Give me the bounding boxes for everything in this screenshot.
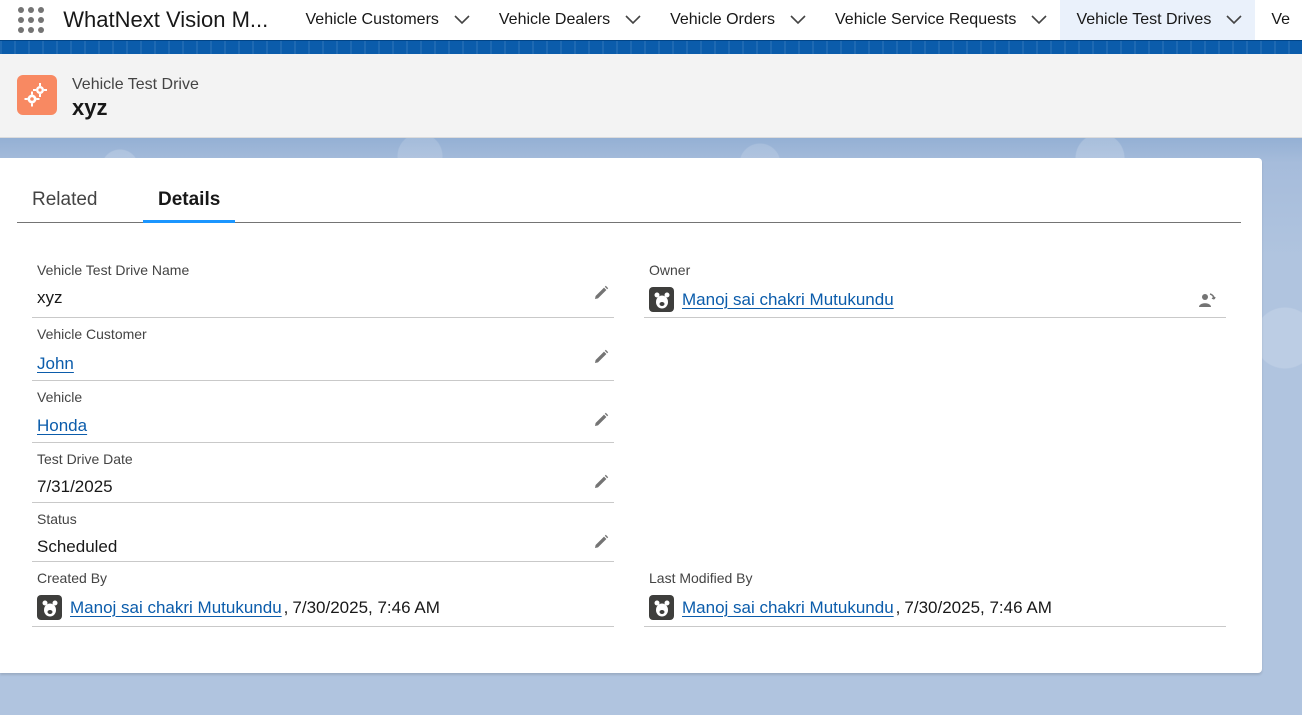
field-label: Vehicle Customer xyxy=(37,326,147,342)
field-status: Status Scheduled xyxy=(32,503,614,562)
user-avatar-icon xyxy=(37,595,62,620)
user-avatar-icon xyxy=(649,287,674,312)
chevron-down-icon[interactable] xyxy=(624,11,642,29)
gears-icon xyxy=(17,75,57,115)
nav-accent-bar xyxy=(0,40,1302,54)
edit-pencil-icon[interactable] xyxy=(592,411,610,429)
field-label: Vehicle Test Drive Name xyxy=(37,262,190,278)
tab-vehicle-service-requests[interactable]: Vehicle Service Requests xyxy=(819,0,1060,40)
field-value: 7/31/2025 xyxy=(37,477,113,496)
tab-label: Vehicle Service Requests xyxy=(835,11,1017,28)
field-vehicle: Vehicle Honda xyxy=(32,381,614,443)
tab-label: Vehicle Dealers xyxy=(498,11,611,28)
edit-pencil-icon[interactable] xyxy=(592,473,610,491)
tab-overflow[interactable]: Ve xyxy=(1255,0,1302,40)
field-label: Test Drive Date xyxy=(37,451,133,467)
field-label: Vehicle xyxy=(37,389,83,405)
change-owner-icon[interactable] xyxy=(1196,289,1218,311)
tab-label: Ve xyxy=(1271,11,1290,28)
separator-comma: , xyxy=(895,597,901,617)
field-value: Manoj sai chakri Mutukundu, 7/30/2025, 7:… xyxy=(37,595,440,620)
chevron-down-icon[interactable] xyxy=(453,11,471,29)
tab-vehicle-test-drives[interactable]: Vehicle Test Drives xyxy=(1060,0,1256,40)
field-label: Last Modified By xyxy=(649,570,753,586)
modified-by-user-link[interactable]: Manoj sai chakri Mutukundu xyxy=(682,598,894,618)
record-header: Vehicle Test Drive xyz xyxy=(0,54,1302,138)
field-created-by: Created By Manoj sai chakri Mutukundu, 7/… xyxy=(32,562,614,627)
chevron-down-icon[interactable] xyxy=(1225,11,1243,29)
customer-link[interactable]: John xyxy=(37,354,74,374)
global-nav: WhatNext Vision M... Vehicle Customers V… xyxy=(0,0,1302,40)
field-label: Owner xyxy=(649,262,691,278)
field-test-drive-date: Test Drive Date 7/31/2025 xyxy=(32,443,614,503)
field-owner: Owner Manoj sai chakri Mutukundu xyxy=(644,258,1226,318)
field-value: Honda xyxy=(37,416,87,436)
field-vehicle-customer: Vehicle Customer John xyxy=(32,318,614,381)
tab-vehicle-dealers[interactable]: Vehicle Dealers xyxy=(483,0,654,40)
record-title: xyz xyxy=(72,95,108,120)
created-by-user-link[interactable]: Manoj sai chakri Mutukundu xyxy=(70,598,282,618)
field-test-drive-name: Vehicle Test Drive Name xyz xyxy=(32,258,614,318)
field-label: Created By xyxy=(37,570,108,586)
record-detail-card: Related Details Vehicle Test Drive Name … xyxy=(0,158,1262,673)
field-value: Manoj sai chakri Mutukundu xyxy=(649,287,894,312)
edit-pencil-icon[interactable] xyxy=(592,348,610,366)
field-value: xyz xyxy=(37,288,63,307)
tab-vehicle-orders[interactable]: Vehicle Orders xyxy=(654,0,819,40)
tab-label: Vehicle Customers xyxy=(305,11,439,28)
field-value: John xyxy=(37,354,74,374)
tab-label: Vehicle Test Drives xyxy=(1076,11,1212,28)
tab-label: Vehicle Orders xyxy=(670,11,775,28)
vehicle-link[interactable]: Honda xyxy=(37,416,87,436)
tab-details[interactable]: Details xyxy=(143,186,236,223)
tab-related[interactable]: Related xyxy=(17,186,113,223)
separator-comma: , xyxy=(283,597,289,617)
tab-vehicle-customers[interactable]: Vehicle Customers xyxy=(290,0,483,40)
owner-link[interactable]: Manoj sai chakri Mutukundu xyxy=(682,290,894,310)
object-type-label: Vehicle Test Drive xyxy=(72,76,199,93)
app-name: WhatNext Vision M... xyxy=(63,7,269,32)
modified-datetime: 7/30/2025, 7:46 AM xyxy=(904,597,1052,617)
app-launcher-icon[interactable] xyxy=(16,4,45,36)
field-value: Manoj sai chakri Mutukundu, 7/30/2025, 7:… xyxy=(649,595,1052,620)
record-tabs: Related Details xyxy=(17,186,1241,223)
user-avatar-icon xyxy=(649,595,674,620)
field-label: Status xyxy=(37,511,77,527)
chevron-down-icon[interactable] xyxy=(1030,11,1048,29)
edit-pencil-icon[interactable] xyxy=(592,284,610,302)
field-last-modified-by: Last Modified By Manoj sai chakri Mutuku… xyxy=(644,562,1226,627)
created-datetime: 7/30/2025, 7:46 AM xyxy=(292,597,440,617)
field-value: Scheduled xyxy=(37,537,118,556)
edit-pencil-icon[interactable] xyxy=(592,533,610,551)
chevron-down-icon[interactable] xyxy=(789,11,807,29)
nav-tabs: Vehicle Customers Vehicle Dealers Vehicl… xyxy=(290,0,1302,40)
